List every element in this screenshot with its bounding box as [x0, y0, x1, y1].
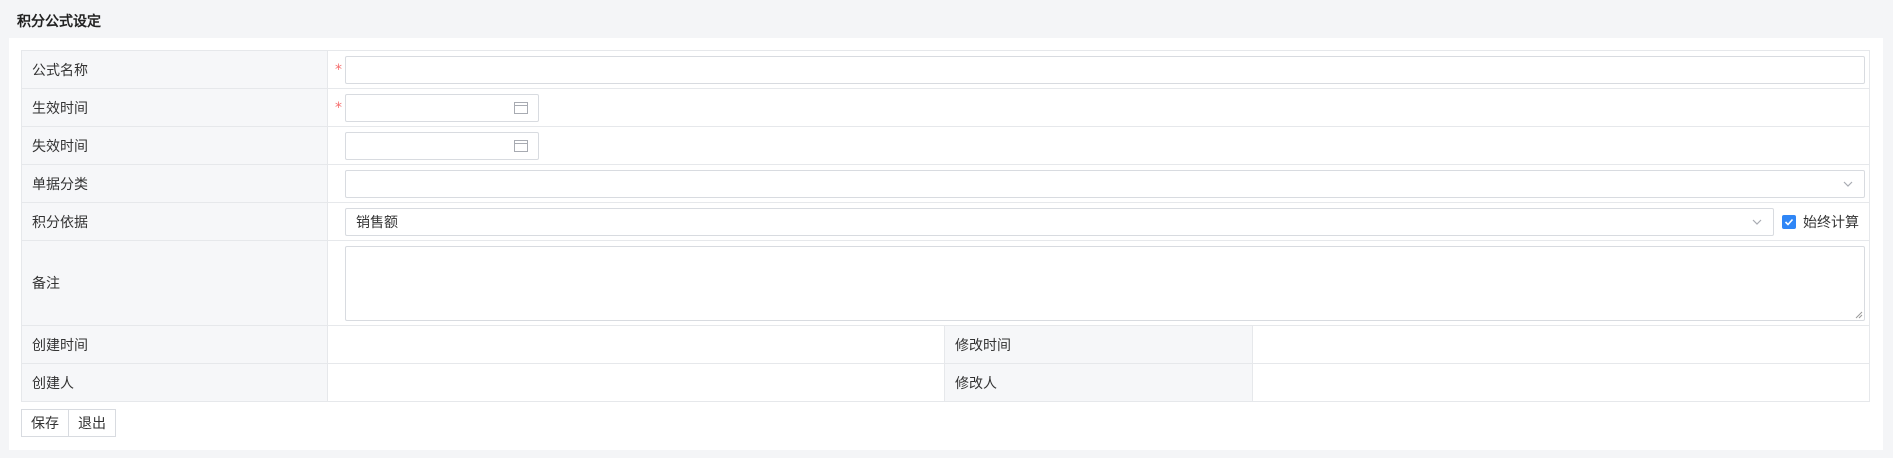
resize-handle-icon[interactable]	[1855, 311, 1863, 319]
points-basis-label: 积分依据	[21, 202, 328, 241]
formula-name-input[interactable]	[345, 55, 1866, 84]
remark-label: 备注	[21, 240, 328, 326]
modifier-value	[1251, 363, 1871, 402]
exit-button[interactable]: 退出	[69, 409, 116, 437]
created-time-label: 创建时间	[21, 325, 328, 364]
expiry-time-label: 失效时间	[21, 126, 328, 165]
modifier-label: 修改人	[944, 363, 1253, 402]
modified-time-value	[1251, 325, 1871, 364]
modified-time-label: 修改时间	[944, 325, 1253, 364]
creator-label: 创建人	[21, 363, 328, 402]
creator-value	[327, 363, 945, 402]
form-table: 公式名称 * 生效时间 * 失效时间 单据分类 积分依据 销售额 始终计算 备注…	[21, 50, 1871, 402]
row-remark: 备注	[21, 240, 1871, 326]
effective-time-label: 生效时间	[21, 88, 328, 127]
row-creator-modifier: 创建人 修改人	[21, 363, 1871, 402]
page-title: 积分公式设定	[17, 14, 101, 30]
calendar-icon	[514, 140, 528, 152]
formula-name-label: 公式名称	[21, 50, 328, 89]
remark-textarea[interactable]	[345, 245, 1866, 321]
effective-time-picker[interactable]	[345, 93, 539, 122]
created-time-value	[327, 325, 945, 364]
form-panel: 公式名称 * 生效时间 * 失效时间 单据分类 积分依据 销售额 始终计算 备注…	[9, 38, 1883, 450]
save-button[interactable]: 保存	[21, 409, 69, 437]
row-document-category: 单据分类	[21, 164, 1871, 203]
row-formula-name: 公式名称 *	[21, 50, 1871, 89]
points-basis-value: 销售额	[356, 214, 398, 231]
chevron-down-icon	[1843, 181, 1853, 187]
row-effective-time: 生效时间 *	[21, 88, 1871, 127]
row-created-modified-time: 创建时间 修改时间	[21, 325, 1871, 364]
row-expiry-time: 失效时间	[21, 126, 1871, 165]
document-category-select[interactable]	[345, 169, 1866, 198]
calendar-icon	[514, 102, 528, 114]
document-category-label: 单据分类	[21, 164, 328, 203]
action-buttons: 保存 退出	[21, 409, 116, 437]
required-mark: *	[335, 61, 342, 78]
required-mark: *	[335, 99, 342, 116]
always-calculate-label: 始终计算	[1803, 214, 1860, 231]
expiry-time-picker[interactable]	[345, 131, 539, 160]
points-basis-select[interactable]: 销售额	[345, 207, 1775, 236]
row-points-basis: 积分依据 销售额 始终计算	[21, 202, 1871, 241]
always-calculate-checkbox[interactable]: 始终计算	[1782, 212, 1859, 232]
chevron-down-icon	[1752, 219, 1762, 225]
check-icon	[1782, 214, 1797, 229]
